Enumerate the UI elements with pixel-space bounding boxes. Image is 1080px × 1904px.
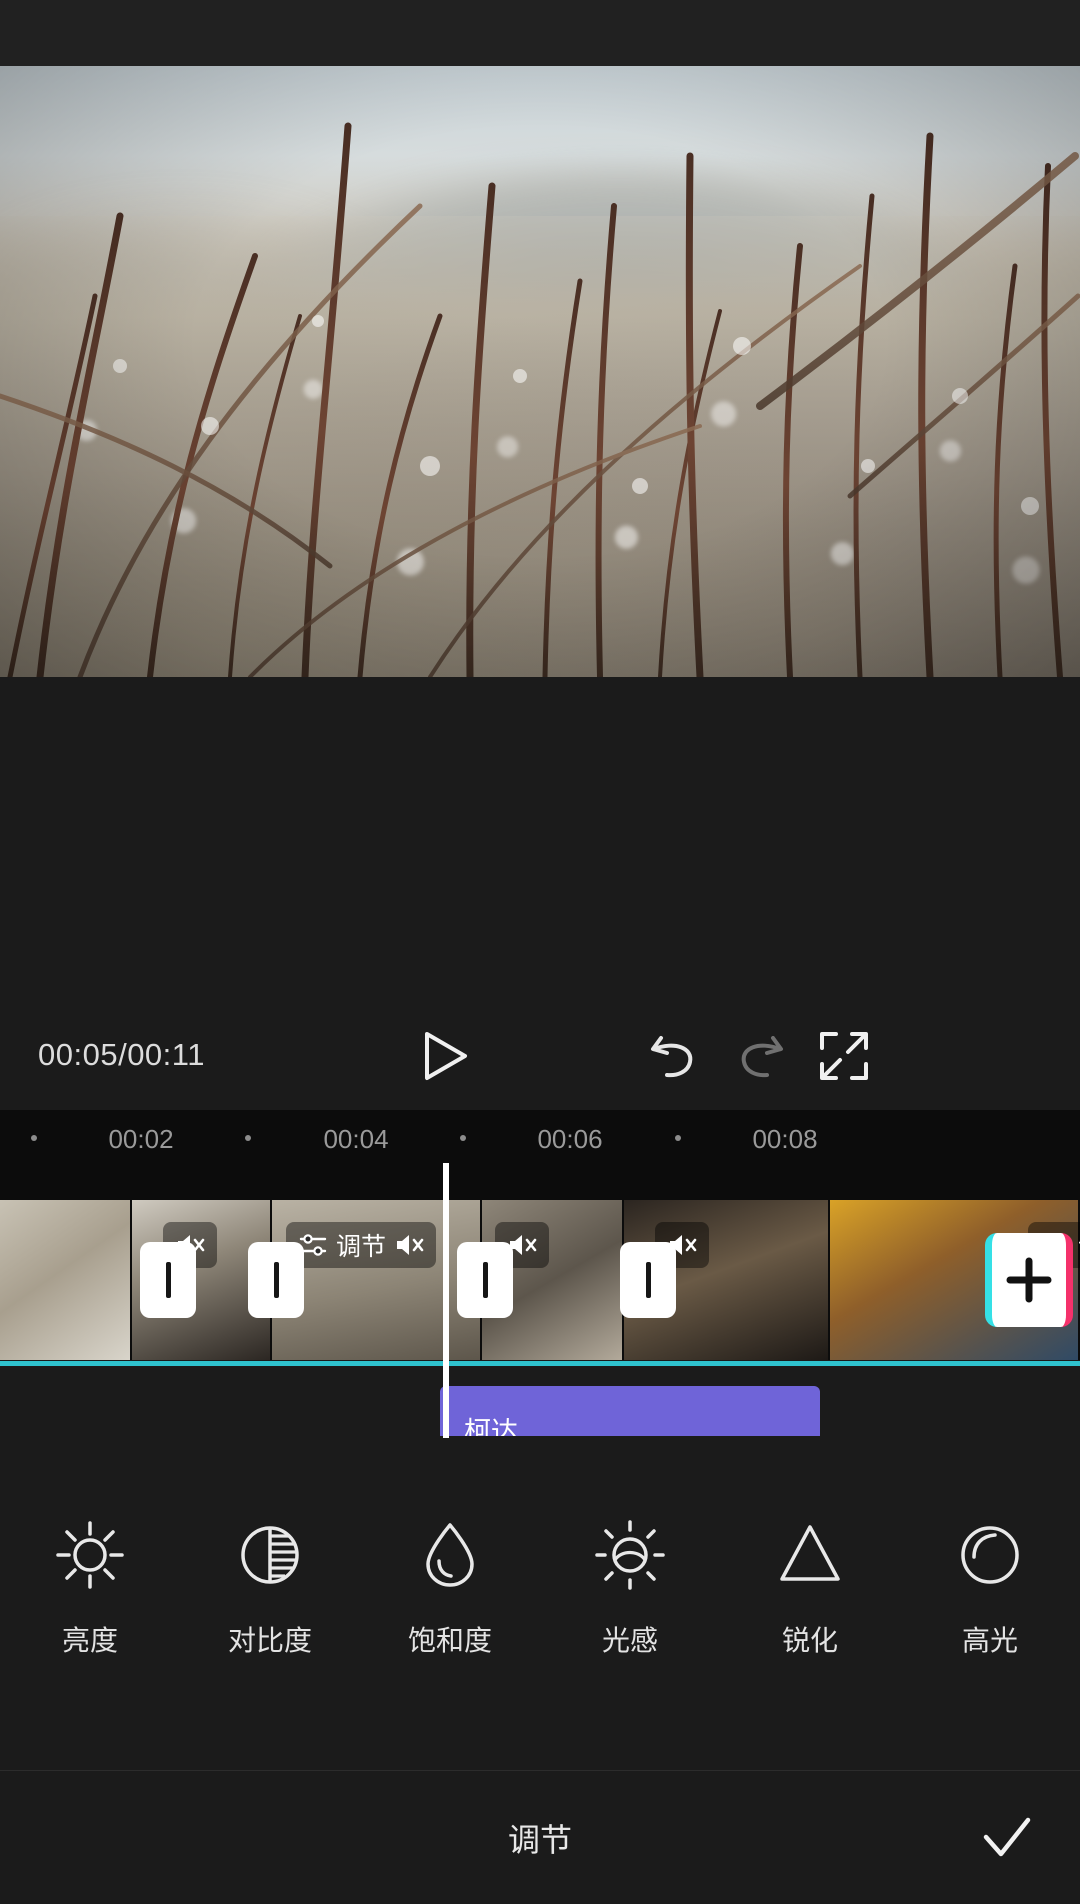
timeline-ruler-area[interactable]: 00:02 00:04 00:06 00:08 bbox=[0, 1110, 1080, 1200]
split-handle-bar bbox=[482, 1262, 488, 1298]
redo-button[interactable] bbox=[733, 1032, 789, 1080]
clip-track[interactable]: 调节调 bbox=[0, 1200, 1080, 1360]
saturation-droplet-icon bbox=[412, 1517, 488, 1593]
playhead-indicator[interactable] bbox=[443, 1163, 449, 1438]
playback-time-label: 00:05/00:11 bbox=[38, 1037, 205, 1072]
tool-brightness[interactable]: 亮度 bbox=[0, 1517, 180, 1659]
redo-arrow-icon bbox=[741, 1036, 783, 1078]
clip-split-handle[interactable] bbox=[140, 1242, 196, 1318]
play-button[interactable] bbox=[417, 1030, 473, 1082]
sticker-track[interactable]: 柯达 bbox=[0, 1366, 1080, 1436]
tool-label: 对比度 bbox=[227, 1625, 312, 1656]
undo-arrow-icon bbox=[651, 1036, 693, 1078]
tool-label: 锐化 bbox=[781, 1625, 838, 1656]
tool-highlight[interactable]: 高光 bbox=[900, 1517, 1080, 1659]
contrast-circle-icon bbox=[232, 1517, 308, 1593]
tool-contrast[interactable]: 对比度 bbox=[180, 1517, 360, 1659]
ruler-tick-label: 00:06 bbox=[537, 1124, 603, 1154]
tool-label: 高光 bbox=[961, 1625, 1018, 1656]
status-bar bbox=[0, 0, 1080, 66]
expand-fullscreen-icon bbox=[820, 1032, 868, 1080]
clip-badge-label: 调节 bbox=[336, 1233, 387, 1261]
ruler-tick-dot bbox=[31, 1135, 37, 1141]
capcut-editor-screen: 00:05/00:11 00:02 00:04 00:06 00:08 调节 柯… bbox=[0, 0, 1080, 1904]
split-handle-bar bbox=[273, 1262, 279, 1298]
clip-thumbnail bbox=[0, 1200, 132, 1360]
panel-title: 调节 bbox=[507, 1821, 572, 1858]
confirm-button[interactable] bbox=[972, 1803, 1042, 1873]
tool-label: 亮度 bbox=[61, 1625, 118, 1656]
undo-button[interactable] bbox=[645, 1032, 701, 1080]
timeline-clip[interactable] bbox=[0, 1200, 132, 1360]
video-preview[interactable] bbox=[0, 66, 1080, 677]
plus-icon bbox=[1006, 1257, 1052, 1303]
split-handle-bar bbox=[165, 1262, 171, 1298]
tool-sharpen[interactable]: 锐化 bbox=[720, 1517, 900, 1659]
tool-saturation[interactable]: 饱和度 bbox=[360, 1517, 540, 1659]
checkmark-icon bbox=[983, 1817, 1031, 1857]
brightness-sun-icon bbox=[52, 1517, 128, 1593]
sticker-clip[interactable]: 柯达 bbox=[440, 1386, 820, 1436]
player-control-bar: 00:05/00:11 bbox=[0, 1000, 1080, 1110]
clip-adjust-badge: 调节 bbox=[286, 1222, 437, 1268]
fullscreen-button[interactable] bbox=[818, 1030, 870, 1082]
clip-split-handle[interactable] bbox=[457, 1242, 513, 1318]
preview-canvas bbox=[0, 66, 1080, 677]
bottom-bar: 调节 bbox=[0, 1771, 1080, 1904]
clip-split-handle[interactable] bbox=[248, 1242, 304, 1318]
tool-luminance[interactable]: 光感 bbox=[540, 1517, 720, 1659]
ruler-tick-dot bbox=[675, 1135, 681, 1141]
highlight-circle-icon bbox=[952, 1517, 1028, 1593]
clip-split-handle[interactable] bbox=[620, 1242, 676, 1318]
split-handle-bar bbox=[645, 1262, 651, 1298]
luminance-sun-icon bbox=[592, 1517, 668, 1593]
ruler-tick-dot bbox=[460, 1135, 466, 1141]
sharpen-triangle-icon bbox=[772, 1517, 848, 1593]
timeline-ruler[interactable]: 00:02 00:04 00:06 00:08 bbox=[0, 1110, 1080, 1170]
play-triangle-icon bbox=[425, 1032, 467, 1080]
ruler-tick-label: 00:02 bbox=[108, 1124, 174, 1154]
speaker-muted-icon bbox=[397, 1235, 424, 1255]
ruler-tick-label: 00:08 bbox=[752, 1124, 818, 1154]
tool-label: 光感 bbox=[601, 1625, 658, 1656]
ruler-tick-dot bbox=[245, 1135, 251, 1141]
adjust-tools-row: 亮度 对比度 饱和度 光感 锐化 高光 bbox=[0, 1436, 1080, 1740]
add-clip-button[interactable] bbox=[985, 1233, 1073, 1327]
preview-vignette bbox=[0, 66, 1080, 677]
tool-label: 饱和度 bbox=[407, 1625, 492, 1656]
ruler-tick-label: 00:04 bbox=[323, 1124, 389, 1154]
